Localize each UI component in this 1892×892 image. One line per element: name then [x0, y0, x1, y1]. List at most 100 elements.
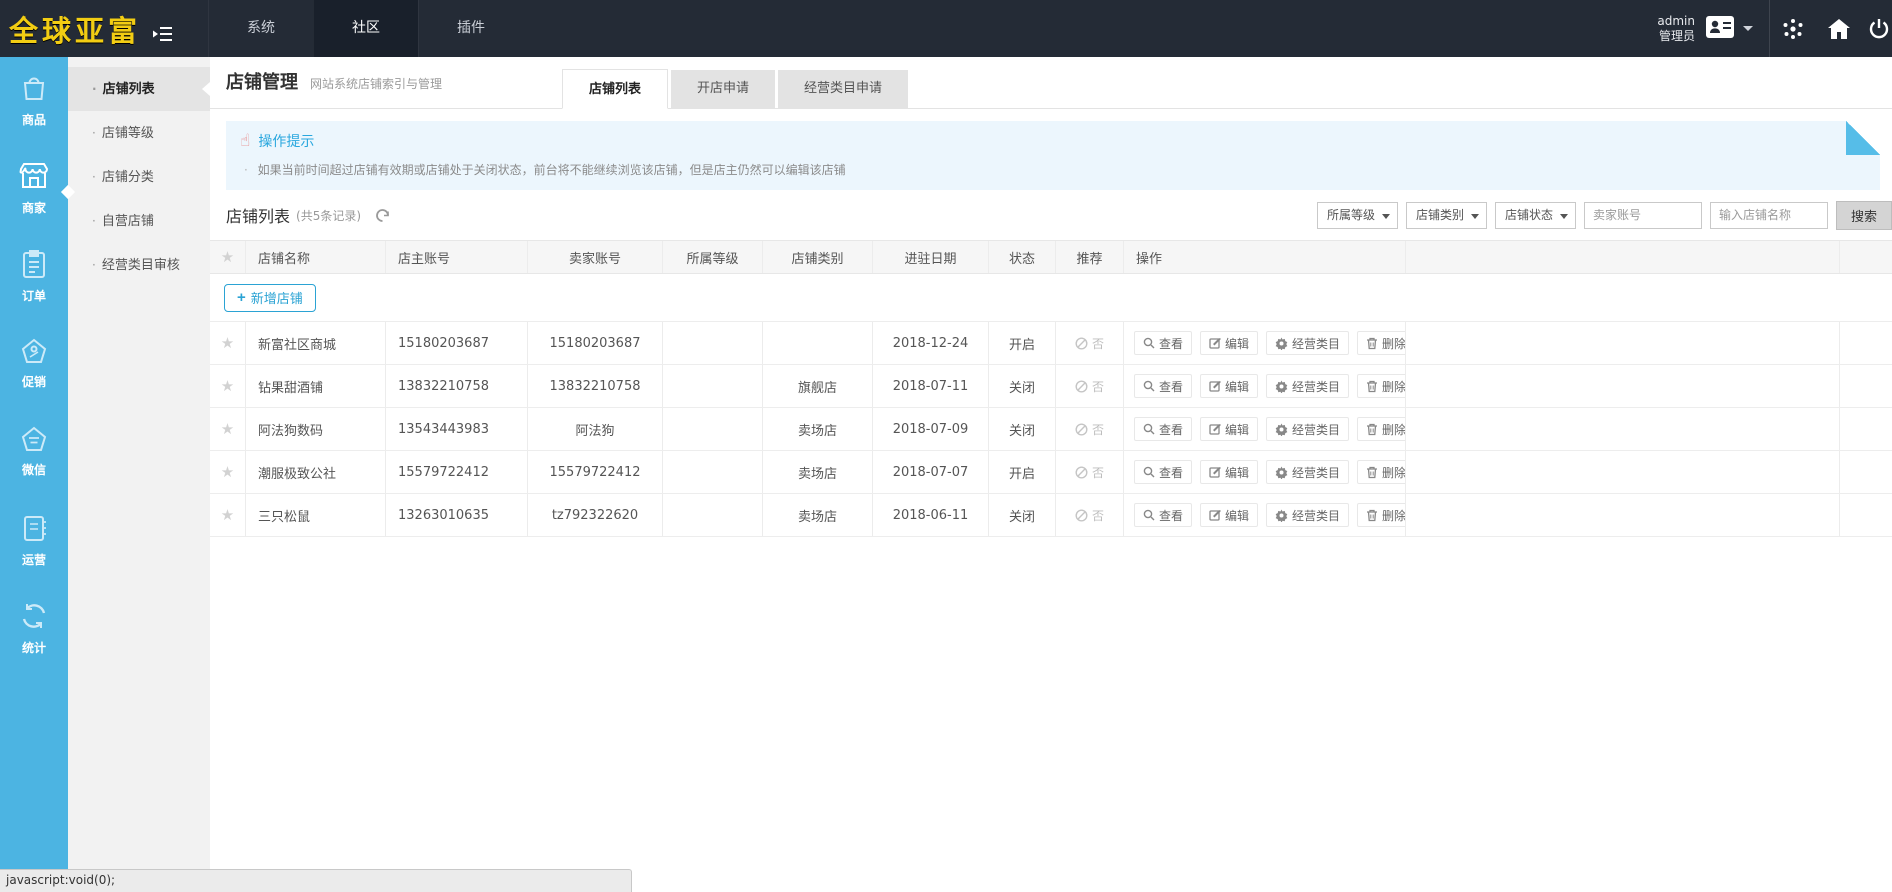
sidebar-item-orders[interactable]: 订单 — [0, 233, 68, 321]
share-icon[interactable] — [1770, 0, 1816, 57]
refresh-icon[interactable] — [375, 208, 390, 223]
category-settings-button[interactable]: 经营类目 — [1266, 331, 1349, 355]
sidebar-item-statistics[interactable]: 统计 — [0, 585, 68, 673]
add-shop-button[interactable]: + 新增店铺 — [224, 284, 316, 312]
category-settings-button[interactable]: 经营类目 — [1266, 503, 1349, 527]
plus-icon: + — [237, 289, 246, 306]
table-body: ★ 新富社区商城 15180203687 15180203687 2018-12… — [210, 322, 1892, 537]
seller-account-cell: 13832210758 — [528, 365, 663, 407]
view-button[interactable]: 查看 — [1134, 374, 1192, 398]
shop-name-cell: 潮服极致公社 — [246, 451, 386, 493]
star-icon[interactable]: ★ — [221, 377, 234, 395]
topmenu-community[interactable]: 社区 — [313, 0, 418, 57]
tab-open-apply[interactable]: 开店申请 — [671, 70, 775, 108]
app-logo: 全球亚富 — [0, 8, 150, 50]
actions-cell: 查看 编辑 经营类目 删除 — [1124, 408, 1406, 450]
sidebar-item-wechat[interactable]: 微信 — [0, 409, 68, 497]
sidebar-item-goods[interactable]: 商品 — [0, 57, 68, 145]
list-title: 店铺列表 — [226, 203, 290, 227]
sidebar-collapse-icon[interactable] — [150, 23, 176, 45]
magnifier-icon — [1143, 380, 1155, 392]
no-symbol-icon — [1075, 466, 1088, 479]
no-symbol-icon — [1075, 380, 1088, 393]
sync-circle-icon — [19, 616, 49, 635]
empty-cell — [1406, 322, 1840, 364]
col-category: 店铺类别 — [763, 241, 873, 273]
star-icon[interactable]: ★ — [221, 248, 234, 266]
category-settings-button[interactable]: 经营类目 — [1266, 460, 1349, 484]
bullet: · — [92, 170, 96, 184]
sidebar-item-operations[interactable]: 运营 — [0, 497, 68, 585]
home-icon[interactable] — [1816, 0, 1862, 57]
recommend-cell: 否 — [1056, 451, 1124, 493]
category-cell — [763, 322, 873, 364]
caret-down-icon — [1382, 214, 1390, 219]
submenu-item-shop-category[interactable]: · 店铺分类 — [68, 155, 210, 199]
table-row: ★ 新富社区商城 15180203687 15180203687 2018-12… — [210, 322, 1892, 365]
tab-shop-list[interactable]: 店铺列表 — [562, 69, 668, 109]
pencil-square-icon — [1209, 509, 1221, 521]
power-icon[interactable] — [1862, 0, 1892, 57]
shop-name-input[interactable] — [1710, 202, 1828, 229]
submenu-item-shop-level[interactable]: · 店铺等级 — [68, 111, 210, 155]
shop-name-cell: 阿法狗数码 — [246, 408, 386, 450]
notebook-icon — [20, 528, 48, 547]
owner-account-cell: 13832210758 — [386, 365, 528, 407]
submenu-item-label: 店铺分类 — [102, 170, 154, 185]
chevron-down-icon — [1743, 26, 1753, 31]
edit-button[interactable]: 编辑 — [1200, 374, 1258, 398]
topmenu-system[interactable]: 系统 — [208, 0, 313, 57]
status-filter-select[interactable]: 店铺状态 — [1495, 202, 1576, 229]
admin-role: 管理员 — [1657, 29, 1695, 44]
bullet: · — [92, 126, 96, 140]
edit-button[interactable]: 编辑 — [1200, 460, 1258, 484]
add-shop-label: 新增店铺 — [251, 288, 303, 307]
trash-icon — [1366, 509, 1378, 522]
submenu-item-label: 店铺等级 — [102, 126, 154, 141]
sidebar-item-label: 微信 — [0, 461, 68, 478]
delete-button[interactable]: 删除 — [1357, 460, 1406, 484]
sidebar: 商品 商家 订单 促销 微信 — [0, 57, 68, 892]
recommend-no-label: 否 — [1092, 507, 1104, 524]
submenu-item-shop-list[interactable]: ·店铺列表 — [68, 67, 210, 111]
delete-button[interactable]: 删除 — [1357, 374, 1406, 398]
edit-button[interactable]: 编辑 — [1200, 417, 1258, 441]
magnifier-icon — [1143, 466, 1155, 478]
sidebar-item-merchants[interactable]: 商家 — [0, 145, 68, 233]
recommend-no-label: 否 — [1092, 464, 1104, 481]
edit-button[interactable]: 编辑 — [1200, 503, 1258, 527]
caret-down-icon — [1560, 214, 1568, 219]
edit-button[interactable]: 编辑 — [1200, 331, 1258, 355]
star-icon[interactable]: ★ — [221, 463, 234, 481]
topmenu-plugins[interactable]: 插件 — [418, 0, 523, 57]
admin-menu[interactable]: admin 管理员 — [1657, 14, 1769, 44]
submenu-item-label: 经营类目审核 — [102, 258, 180, 273]
level-cell — [663, 494, 763, 536]
category-filter-select[interactable]: 店铺类别 — [1406, 202, 1487, 229]
view-button[interactable]: 查看 — [1134, 460, 1192, 484]
view-button[interactable]: 查看 — [1134, 331, 1192, 355]
star-icon[interactable]: ★ — [221, 420, 234, 438]
filter-bar: 所属等级 店铺类别 店铺状态 搜索 — [1317, 201, 1892, 230]
recommend-cell: 否 — [1056, 408, 1124, 450]
corner-fold-icon[interactable] — [1846, 121, 1880, 155]
empty-cell-end — [1840, 494, 1892, 536]
record-count: (共5条记录) — [296, 207, 361, 224]
delete-button[interactable]: 删除 — [1357, 503, 1406, 527]
delete-button[interactable]: 删除 — [1357, 417, 1406, 441]
delete-button[interactable]: 删除 — [1357, 331, 1406, 355]
seller-account-input[interactable] — [1584, 202, 1702, 229]
tab-category-apply[interactable]: 经营类目申请 — [778, 70, 908, 108]
star-icon[interactable]: ★ — [221, 506, 234, 524]
view-button[interactable]: 查看 — [1134, 503, 1192, 527]
search-button[interactable]: 搜索 — [1836, 201, 1892, 230]
view-button[interactable]: 查看 — [1134, 417, 1192, 441]
star-icon[interactable]: ★ — [221, 334, 234, 352]
category-settings-button[interactable]: 经营类目 — [1266, 374, 1349, 398]
submenu-item-category-review[interactable]: ·经营类目审核 — [68, 243, 210, 287]
category-settings-button[interactable]: 经营类目 — [1266, 417, 1349, 441]
level-filter-select[interactable]: 所属等级 — [1317, 202, 1398, 229]
submenu-item-self-shop[interactable]: ·自营店铺 — [68, 199, 210, 243]
sidebar-item-promotions[interactable]: 促销 — [0, 321, 68, 409]
submenu: ·店铺列表 · 店铺等级 · 店铺分类 ·自营店铺 ·经营类目审核 — [68, 57, 210, 892]
